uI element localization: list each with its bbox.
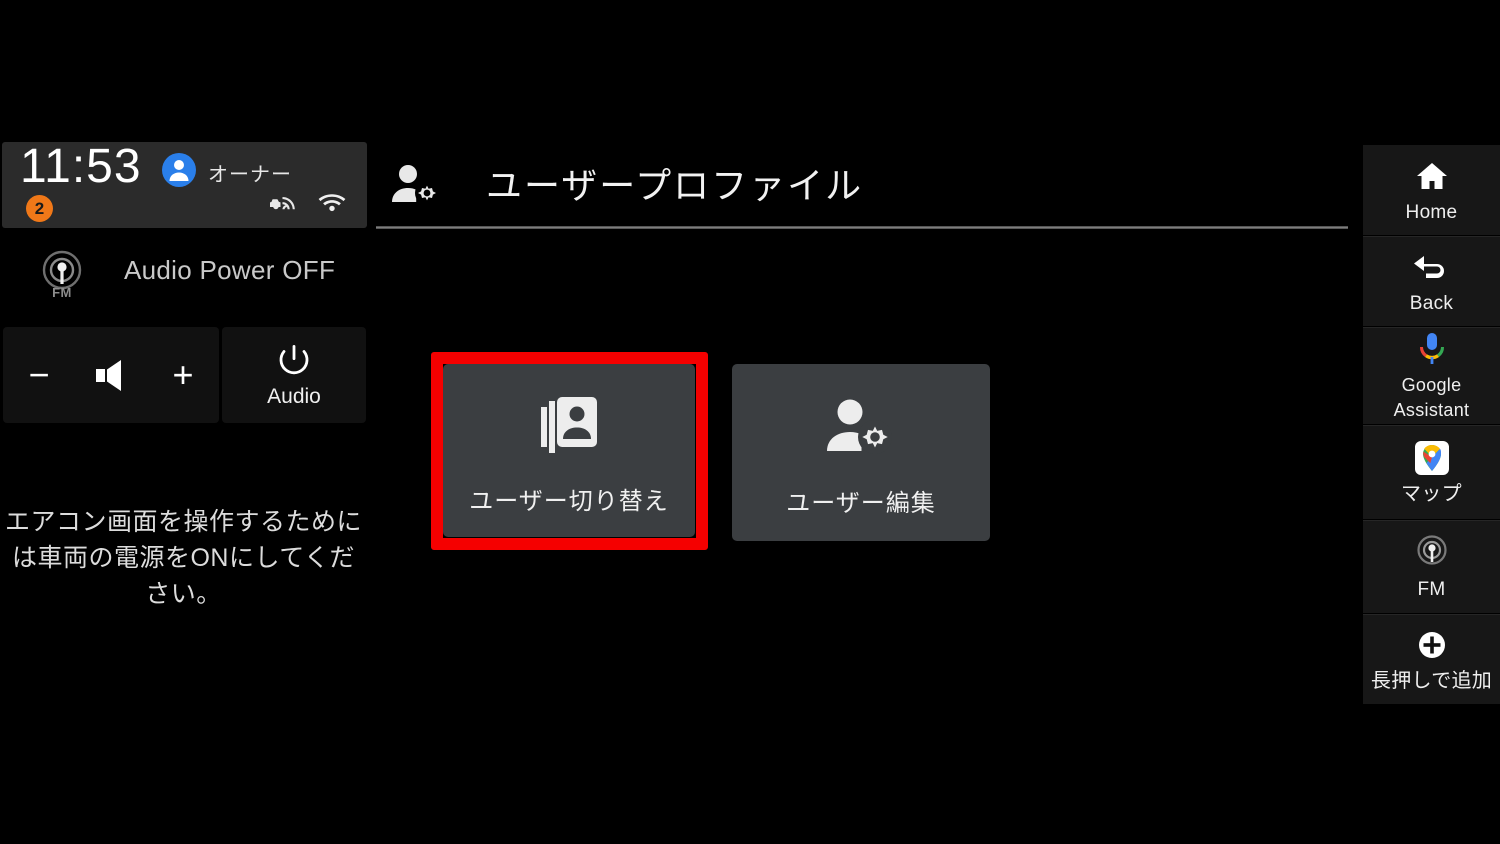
google-maps-icon	[1414, 438, 1449, 478]
plus-circle-icon	[1416, 625, 1448, 665]
page-header: ユーザープロファイル	[376, 148, 1348, 228]
sidebar-item-fm[interactable]: FM	[1363, 520, 1500, 614]
fm-icon-label: FM	[52, 285, 72, 300]
audio-status-bar: FM Audio Power OFF	[0, 234, 367, 312]
home-icon	[1415, 156, 1449, 196]
page-title: ユーザープロファイル	[486, 165, 864, 206]
volume-up-button[interactable]: +	[154, 327, 212, 423]
sidebar-item-maps-label: マップ	[1401, 483, 1462, 505]
volume-down-button[interactable]: −	[10, 327, 68, 423]
notification-badge[interactable]: 2	[26, 195, 53, 222]
infotainment-screen: 11:53 オーナー 2 FM Audio Power OFF − + Audi…	[0, 0, 1500, 844]
status-bar[interactable]: 11:53 オーナー 2	[2, 142, 367, 228]
back-arrow-icon	[1412, 247, 1452, 287]
climate-message: エアコン画面を操作するためには車両の電源をONにしてください。	[4, 508, 362, 608]
speaker-volume-icon	[96, 360, 121, 391]
avatar[interactable]	[162, 153, 196, 187]
google-assistant-mic-icon	[1419, 329, 1445, 369]
car-connectivity-icon	[270, 197, 295, 210]
sidebar-item-fm-label: FM	[1417, 578, 1446, 600]
left-panel: 11:53 オーナー 2 FM Audio Power OFF − + Audi…	[0, 142, 367, 662]
switch-user-tile[interactable]: ユーザー切り替え	[443, 364, 695, 537]
volume-up-label: +	[172, 354, 194, 395]
sidebar-item-add[interactable]: 長押しで追加	[1363, 614, 1500, 705]
right-sidebar: Home Back Google Assistant マップ FM 長押しで追加	[1363, 145, 1500, 705]
volume-control-panel: − +	[3, 327, 219, 423]
fm-radio-icon	[1414, 533, 1450, 573]
owner-name: オーナー	[208, 164, 292, 186]
audio-power-status: Audio Power OFF	[124, 255, 336, 285]
person-avatar-icon	[169, 160, 189, 181]
status-icons	[269, 190, 347, 212]
switch-account-icon	[537, 385, 601, 463]
sidebar-item-back[interactable]: Back	[1363, 236, 1500, 327]
fm-radio-icon: FM	[38, 250, 86, 300]
sidebar-item-back-label: Back	[1409, 293, 1454, 314]
audio-power-button-label: Audio	[267, 385, 321, 408]
clock: 11:53	[20, 142, 142, 193]
sidebar-item-google-assistant[interactable]: Google Assistant	[1363, 327, 1500, 425]
wifi-icon	[318, 194, 346, 212]
sidebar-item-maps[interactable]: マップ	[1363, 425, 1500, 520]
header-divider	[376, 226, 1348, 229]
sidebar-item-home-label: Home	[1405, 201, 1458, 223]
sidebar-item-google-assistant-label: Google Assistant	[1393, 375, 1470, 420]
user-settings-icon	[390, 162, 442, 210]
volume-down-label: −	[28, 354, 50, 395]
sidebar-item-home[interactable]: Home	[1363, 145, 1500, 236]
mute-button[interactable]	[82, 327, 140, 423]
edit-user-tile[interactable]: ユーザー編集	[732, 364, 990, 541]
power-icon	[279, 345, 309, 375]
audio-power-button[interactable]: Audio	[222, 327, 366, 423]
switch-user-tile-label: ユーザー切り替え	[469, 488, 669, 515]
sidebar-item-add-label: 長押しで追加	[1370, 670, 1493, 692]
edit-user-tile-label: ユーザー編集	[786, 490, 936, 517]
manage-accounts-icon	[825, 387, 897, 465]
